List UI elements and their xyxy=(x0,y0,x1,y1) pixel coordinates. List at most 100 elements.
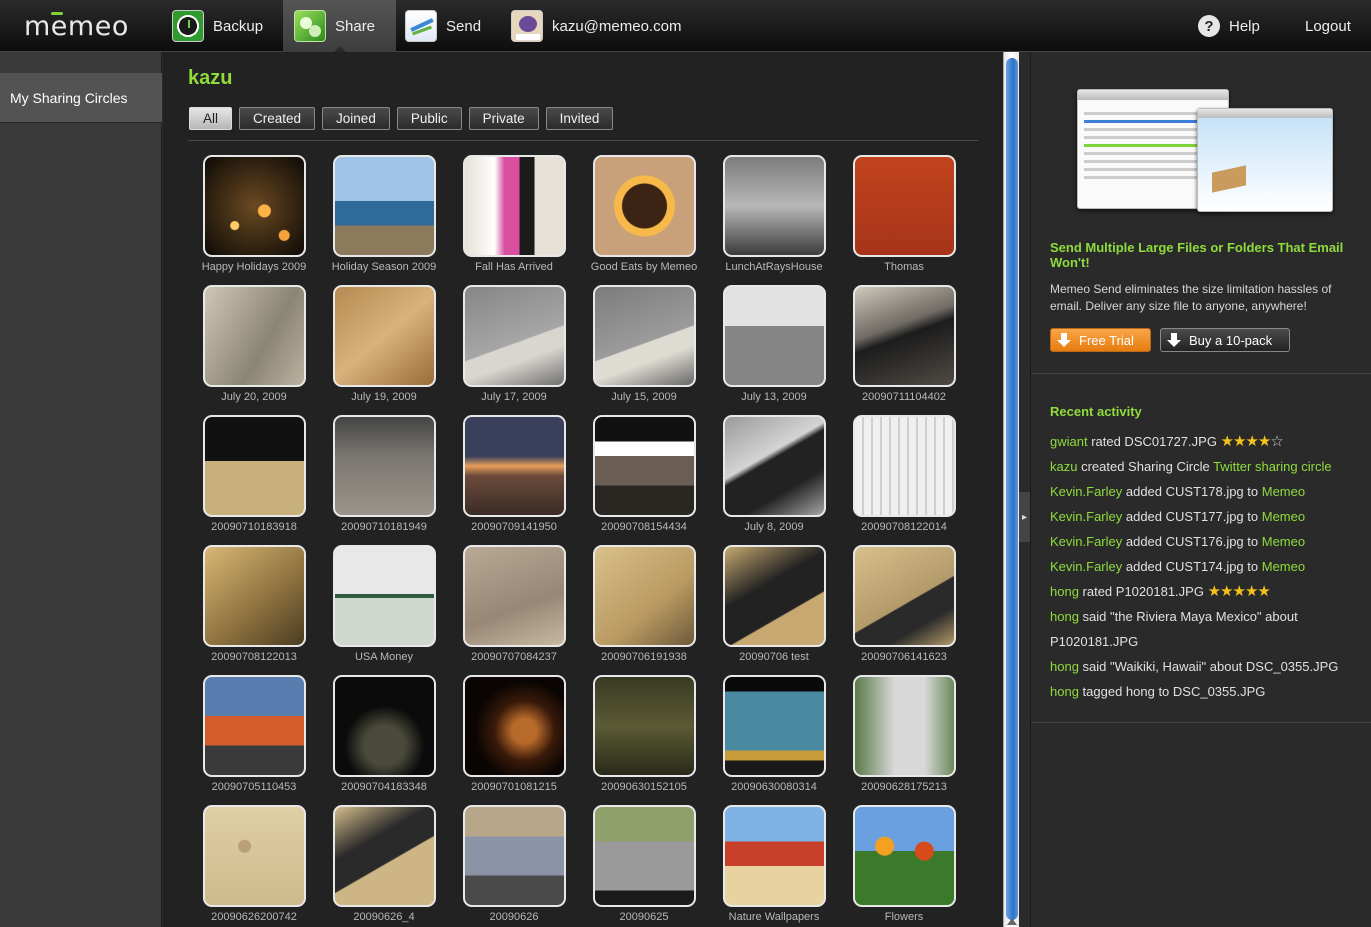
filter-all-button[interactable]: All xyxy=(189,107,233,130)
circle-thumbnail[interactable] xyxy=(852,805,956,907)
activity-user-link[interactable]: Kevin.Farley xyxy=(1050,509,1122,524)
filter-joined-button[interactable]: Joined xyxy=(322,107,390,130)
activity-user-link[interactable]: Kevin.Farley xyxy=(1050,534,1122,549)
circle-tile[interactable]: July 13, 2009 xyxy=(709,285,839,403)
circle-thumbnail[interactable] xyxy=(332,415,436,517)
circle-caption[interactable]: July 20, 2009 xyxy=(221,391,286,403)
circle-thumbnail[interactable] xyxy=(592,415,696,517)
circle-caption[interactable]: Happy Holidays 2009 xyxy=(202,261,307,273)
circle-caption[interactable]: 20090706141623 xyxy=(861,651,947,663)
circle-caption[interactable]: 20090706191938 xyxy=(601,651,687,663)
circle-tile[interactable]: Good Eats by Memeo xyxy=(579,155,709,273)
circle-thumbnail[interactable] xyxy=(462,675,566,777)
circle-caption[interactable]: 20090626 xyxy=(490,911,539,923)
circle-caption[interactable]: 20090626200742 xyxy=(211,911,297,923)
circle-thumbnail[interactable] xyxy=(202,285,306,387)
circle-tile[interactable]: July 19, 2009 xyxy=(319,285,449,403)
circle-caption[interactable]: 20090626_4 xyxy=(353,911,414,923)
circle-thumbnail[interactable] xyxy=(722,155,826,257)
activity-target-link[interactable]: Memeo xyxy=(1262,559,1305,574)
activity-user-link[interactable]: Kevin.Farley xyxy=(1050,559,1122,574)
circle-tile[interactable]: Flowers xyxy=(839,805,969,923)
activity-target-link[interactable]: Twitter sharing circle xyxy=(1213,459,1331,474)
activity-user-link[interactable]: hong xyxy=(1050,684,1079,699)
filter-private-button[interactable]: Private xyxy=(468,107,539,130)
scroll-up-arrow-icon[interactable] xyxy=(1007,918,1017,925)
circle-caption[interactable]: 20090628175213 xyxy=(861,781,947,793)
circle-caption[interactable]: 20090708122013 xyxy=(211,651,297,663)
circle-thumbnail[interactable] xyxy=(462,805,566,907)
circle-caption[interactable]: 20090708154434 xyxy=(601,521,687,533)
nav-send[interactable]: Send xyxy=(405,0,481,52)
circle-caption[interactable]: LunchAtRaysHouse xyxy=(725,261,822,273)
activity-user-link[interactable]: Kevin.Farley xyxy=(1050,484,1122,499)
activity-target-link[interactable]: Memeo xyxy=(1262,534,1305,549)
circle-tile[interactable]: USA Money xyxy=(319,545,449,663)
circle-caption[interactable]: 20090708122014 xyxy=(861,521,947,533)
circle-caption[interactable]: Flowers xyxy=(885,911,924,923)
filter-public-button[interactable]: Public xyxy=(396,107,462,130)
circle-tile[interactable]: July 15, 2009 xyxy=(579,285,709,403)
circle-tile[interactable]: 20090711104402 xyxy=(839,285,969,403)
circle-caption[interactable]: 20090705110453 xyxy=(212,781,297,793)
circle-tile[interactable]: 20090709141950 xyxy=(449,415,579,533)
circle-caption[interactable]: 20090704183348 xyxy=(341,781,427,793)
circle-thumbnail[interactable] xyxy=(852,155,956,257)
filter-invited-button[interactable]: Invited xyxy=(545,107,614,130)
circle-tile[interactable]: July 17, 2009 xyxy=(449,285,579,403)
collapse-panel-handle[interactable]: ▸ xyxy=(1019,492,1030,542)
circle-thumbnail[interactable] xyxy=(592,545,696,647)
logout-link[interactable]: Logout xyxy=(1305,0,1351,52)
circle-thumbnail[interactable] xyxy=(592,285,696,387)
circle-tile[interactable]: 20090708154434 xyxy=(579,415,709,533)
circle-thumbnail[interactable] xyxy=(202,805,306,907)
nav-account[interactable]: kazu@memeo.com xyxy=(511,0,681,52)
circle-tile[interactable]: Thomas xyxy=(839,155,969,273)
circle-thumbnail[interactable] xyxy=(852,415,956,517)
circle-tile[interactable]: 20090630080314 xyxy=(709,675,839,793)
activity-user-link[interactable]: kazu xyxy=(1050,459,1077,474)
circle-tile[interactable]: 20090706141623 xyxy=(839,545,969,663)
circle-tile[interactable]: 20090707084237 xyxy=(449,545,579,663)
free-trial-button[interactable]: Free Trial xyxy=(1050,328,1151,352)
circle-caption[interactable]: 20090706 test xyxy=(739,651,809,663)
circle-thumbnail[interactable] xyxy=(722,285,826,387)
circle-tile[interactable]: 20090705110453 xyxy=(189,675,319,793)
circle-tile[interactable]: July 8, 2009 xyxy=(709,415,839,533)
circle-caption[interactable]: Nature Wallpapers xyxy=(729,911,820,923)
circle-tile[interactable]: 20090630152105 xyxy=(579,675,709,793)
circle-tile[interactable]: 20090708122014 xyxy=(839,415,969,533)
circle-caption[interactable]: 20090630080314 xyxy=(731,781,817,793)
circle-tile[interactable]: 20090708122013 xyxy=(189,545,319,663)
circle-thumbnail[interactable] xyxy=(462,285,566,387)
circle-tile[interactable]: 20090710183918 xyxy=(189,415,319,533)
circle-tile[interactable]: 20090710181949 xyxy=(319,415,449,533)
circle-caption[interactable]: 20090707084237 xyxy=(471,651,557,663)
circle-tile[interactable]: 20090706 test xyxy=(709,545,839,663)
circle-thumbnail[interactable] xyxy=(202,155,306,257)
circle-caption[interactable]: Holiday Season 2009 xyxy=(332,261,437,273)
circle-caption[interactable]: July 15, 2009 xyxy=(611,391,676,403)
circle-tile[interactable]: 20090626 xyxy=(449,805,579,923)
circle-thumbnail[interactable] xyxy=(852,545,956,647)
circle-thumbnail[interactable] xyxy=(202,545,306,647)
circle-caption[interactable]: 20090625 xyxy=(620,911,669,923)
circle-caption[interactable]: July 13, 2009 xyxy=(741,391,806,403)
main-scrollbar[interactable] xyxy=(1003,52,1019,927)
circle-tile[interactable]: Fall Has Arrived xyxy=(449,155,579,273)
help-link[interactable]: ? Help xyxy=(1198,0,1260,52)
circle-tile[interactable]: 20090706191938 xyxy=(579,545,709,663)
circle-tile[interactable]: LunchAtRaysHouse xyxy=(709,155,839,273)
circle-caption[interactable]: July 19, 2009 xyxy=(351,391,416,403)
circle-caption[interactable]: 20090710181949 xyxy=(341,521,427,533)
circle-thumbnail[interactable] xyxy=(722,675,826,777)
circle-caption[interactable]: July 17, 2009 xyxy=(481,391,546,403)
circle-thumbnail[interactable] xyxy=(332,675,436,777)
circle-thumbnail[interactable] xyxy=(592,155,696,257)
circle-tile[interactable]: 20090625 xyxy=(579,805,709,923)
circle-thumbnail[interactable] xyxy=(722,415,826,517)
circle-caption[interactable]: Thomas xyxy=(884,261,924,273)
circle-thumbnail[interactable] xyxy=(592,675,696,777)
activity-user-link[interactable]: gwiant xyxy=(1050,434,1088,449)
scrollbar-thumb[interactable] xyxy=(1006,58,1018,920)
